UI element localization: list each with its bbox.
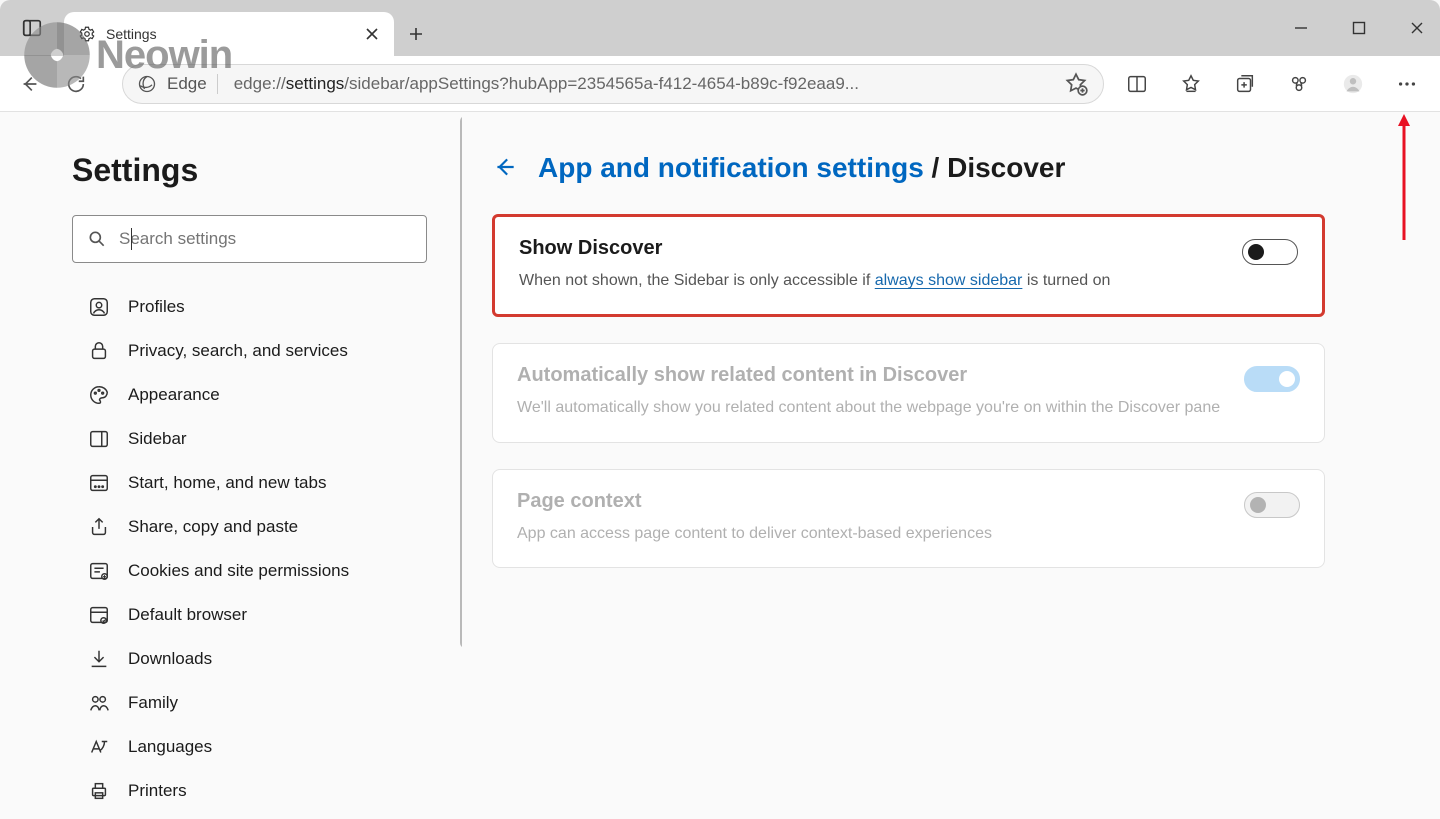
cookies-icon [88, 560, 110, 582]
refresh-button[interactable] [56, 64, 96, 104]
lock-icon [88, 340, 110, 362]
sidebar-item-label: Cookies and site permissions [128, 561, 349, 581]
back-button[interactable] [10, 64, 50, 104]
more-menu-icon[interactable] [1390, 67, 1424, 101]
sidebar-icon [88, 428, 110, 450]
sidebar-item-languages[interactable]: Languages [72, 725, 462, 769]
sidebar-item-label: Profiles [128, 297, 185, 317]
card-title: Page context [517, 490, 1300, 513]
toggle-show-discover[interactable] [1242, 239, 1298, 265]
sidebar-item-privacy[interactable]: Privacy, search, and services [72, 329, 462, 373]
sidebar-item-label: Share, copy and paste [128, 517, 298, 537]
sidebar-item-downloads[interactable]: Downloads [72, 637, 462, 681]
breadcrumb-separator: / [932, 152, 948, 183]
palette-icon [88, 384, 110, 406]
card-description: When not shown, the Sidebar is only acce… [519, 270, 1298, 292]
collections-icon[interactable] [1228, 67, 1262, 101]
breadcrumb: App and notification settings / Discover [492, 152, 1400, 184]
profiles-icon [88, 296, 110, 318]
vertical-tabs-button[interactable] [0, 0, 64, 56]
breadcrumb-link[interactable]: App and notification settings [538, 152, 924, 183]
maximize-button[interactable] [1344, 13, 1374, 43]
toolbar: Edge edge://settings/sidebar/appSettings… [0, 56, 1440, 112]
minimize-button[interactable] [1286, 13, 1316, 43]
address-bar[interactable]: Edge edge://settings/sidebar/appSettings… [122, 64, 1104, 104]
search-settings[interactable] [72, 215, 427, 263]
card-page-context: Page context App can access page content… [492, 469, 1325, 568]
breadcrumb-back-button[interactable] [492, 154, 520, 182]
sidebar-item-label: Default browser [128, 605, 247, 625]
language-icon [88, 736, 110, 758]
sidebar-item-start[interactable]: Start, home, and new tabs [72, 461, 462, 505]
tabs-icon [21, 17, 43, 39]
sidebar-item-label: Printers [128, 781, 187, 801]
search-input[interactable] [119, 229, 412, 249]
share-icon [88, 516, 110, 538]
always-show-sidebar-link[interactable]: always show sidebar [875, 272, 1023, 289]
url-text: edge://settings/sidebar/appSettings?hubA… [234, 74, 1053, 94]
gear-icon [78, 25, 96, 43]
start-icon [88, 472, 110, 494]
address-label: Edge [167, 74, 218, 94]
sidebar-item-sidebar[interactable]: Sidebar [72, 417, 462, 461]
browser-icon [88, 604, 110, 626]
sidebar-item-cookies[interactable]: Cookies and site permissions [72, 549, 462, 593]
sidebar-item-label: Downloads [128, 649, 212, 669]
sidebar-item-share[interactable]: Share, copy and paste [72, 505, 462, 549]
card-auto-related: Automatically show related content in Di… [492, 343, 1325, 442]
sidebar-item-label: Languages [128, 737, 212, 757]
sidebar-item-printers[interactable]: Printers [72, 769, 462, 813]
breadcrumb-current: Discover [947, 152, 1065, 183]
sidebar-item-label: Privacy, search, and services [128, 341, 348, 361]
card-description: We'll automatically show you related con… [517, 397, 1300, 419]
toolbar-right [1120, 67, 1430, 101]
sidebar-item-appearance[interactable]: Appearance [72, 373, 462, 417]
main-panel: App and notification settings / Discover… [462, 112, 1440, 819]
settings-sidebar: Settings Profiles Privacy, search, and s… [0, 112, 462, 819]
card-title: Automatically show related content in Di… [517, 364, 1300, 387]
family-icon [88, 692, 110, 714]
favorite-icon[interactable] [1063, 71, 1089, 97]
titlebar: Settings [0, 0, 1440, 56]
printer-icon [88, 780, 110, 802]
card-title: Show Discover [519, 237, 1298, 260]
toggle-page-context[interactable] [1244, 492, 1300, 518]
window-controls [1286, 0, 1432, 56]
sidebar-item-label: Sidebar [128, 429, 187, 449]
edge-icon [137, 74, 157, 94]
extensions-icon[interactable] [1282, 67, 1316, 101]
sidebar-item-profiles[interactable]: Profiles [72, 285, 462, 329]
toggle-auto-related[interactable] [1244, 366, 1300, 392]
profile-icon[interactable] [1336, 67, 1370, 101]
download-icon [88, 648, 110, 670]
content: Settings Profiles Privacy, search, and s… [0, 112, 1440, 819]
sidebar-item-label: Start, home, and new tabs [128, 473, 326, 493]
tab-title: Settings [106, 26, 354, 42]
browser-tab[interactable]: Settings [64, 12, 394, 56]
new-tab-button[interactable] [394, 12, 438, 56]
sidebar-item-default-browser[interactable]: Default browser [72, 593, 462, 637]
settings-title: Settings [72, 152, 462, 189]
split-screen-icon[interactable] [1120, 67, 1154, 101]
search-icon [87, 229, 107, 249]
favorites-icon[interactable] [1174, 67, 1208, 101]
close-tab-button[interactable] [364, 26, 380, 42]
sidebar-item-label: Family [128, 693, 178, 713]
close-window-button[interactable] [1402, 13, 1432, 43]
card-show-discover: Show Discover When not shown, the Sideba… [492, 214, 1325, 317]
sidebar-item-family[interactable]: Family [72, 681, 462, 725]
card-description: App can access page content to deliver c… [517, 523, 1300, 545]
side-menu: Profiles Privacy, search, and services A… [72, 285, 462, 813]
sidebar-item-label: Appearance [128, 385, 220, 405]
